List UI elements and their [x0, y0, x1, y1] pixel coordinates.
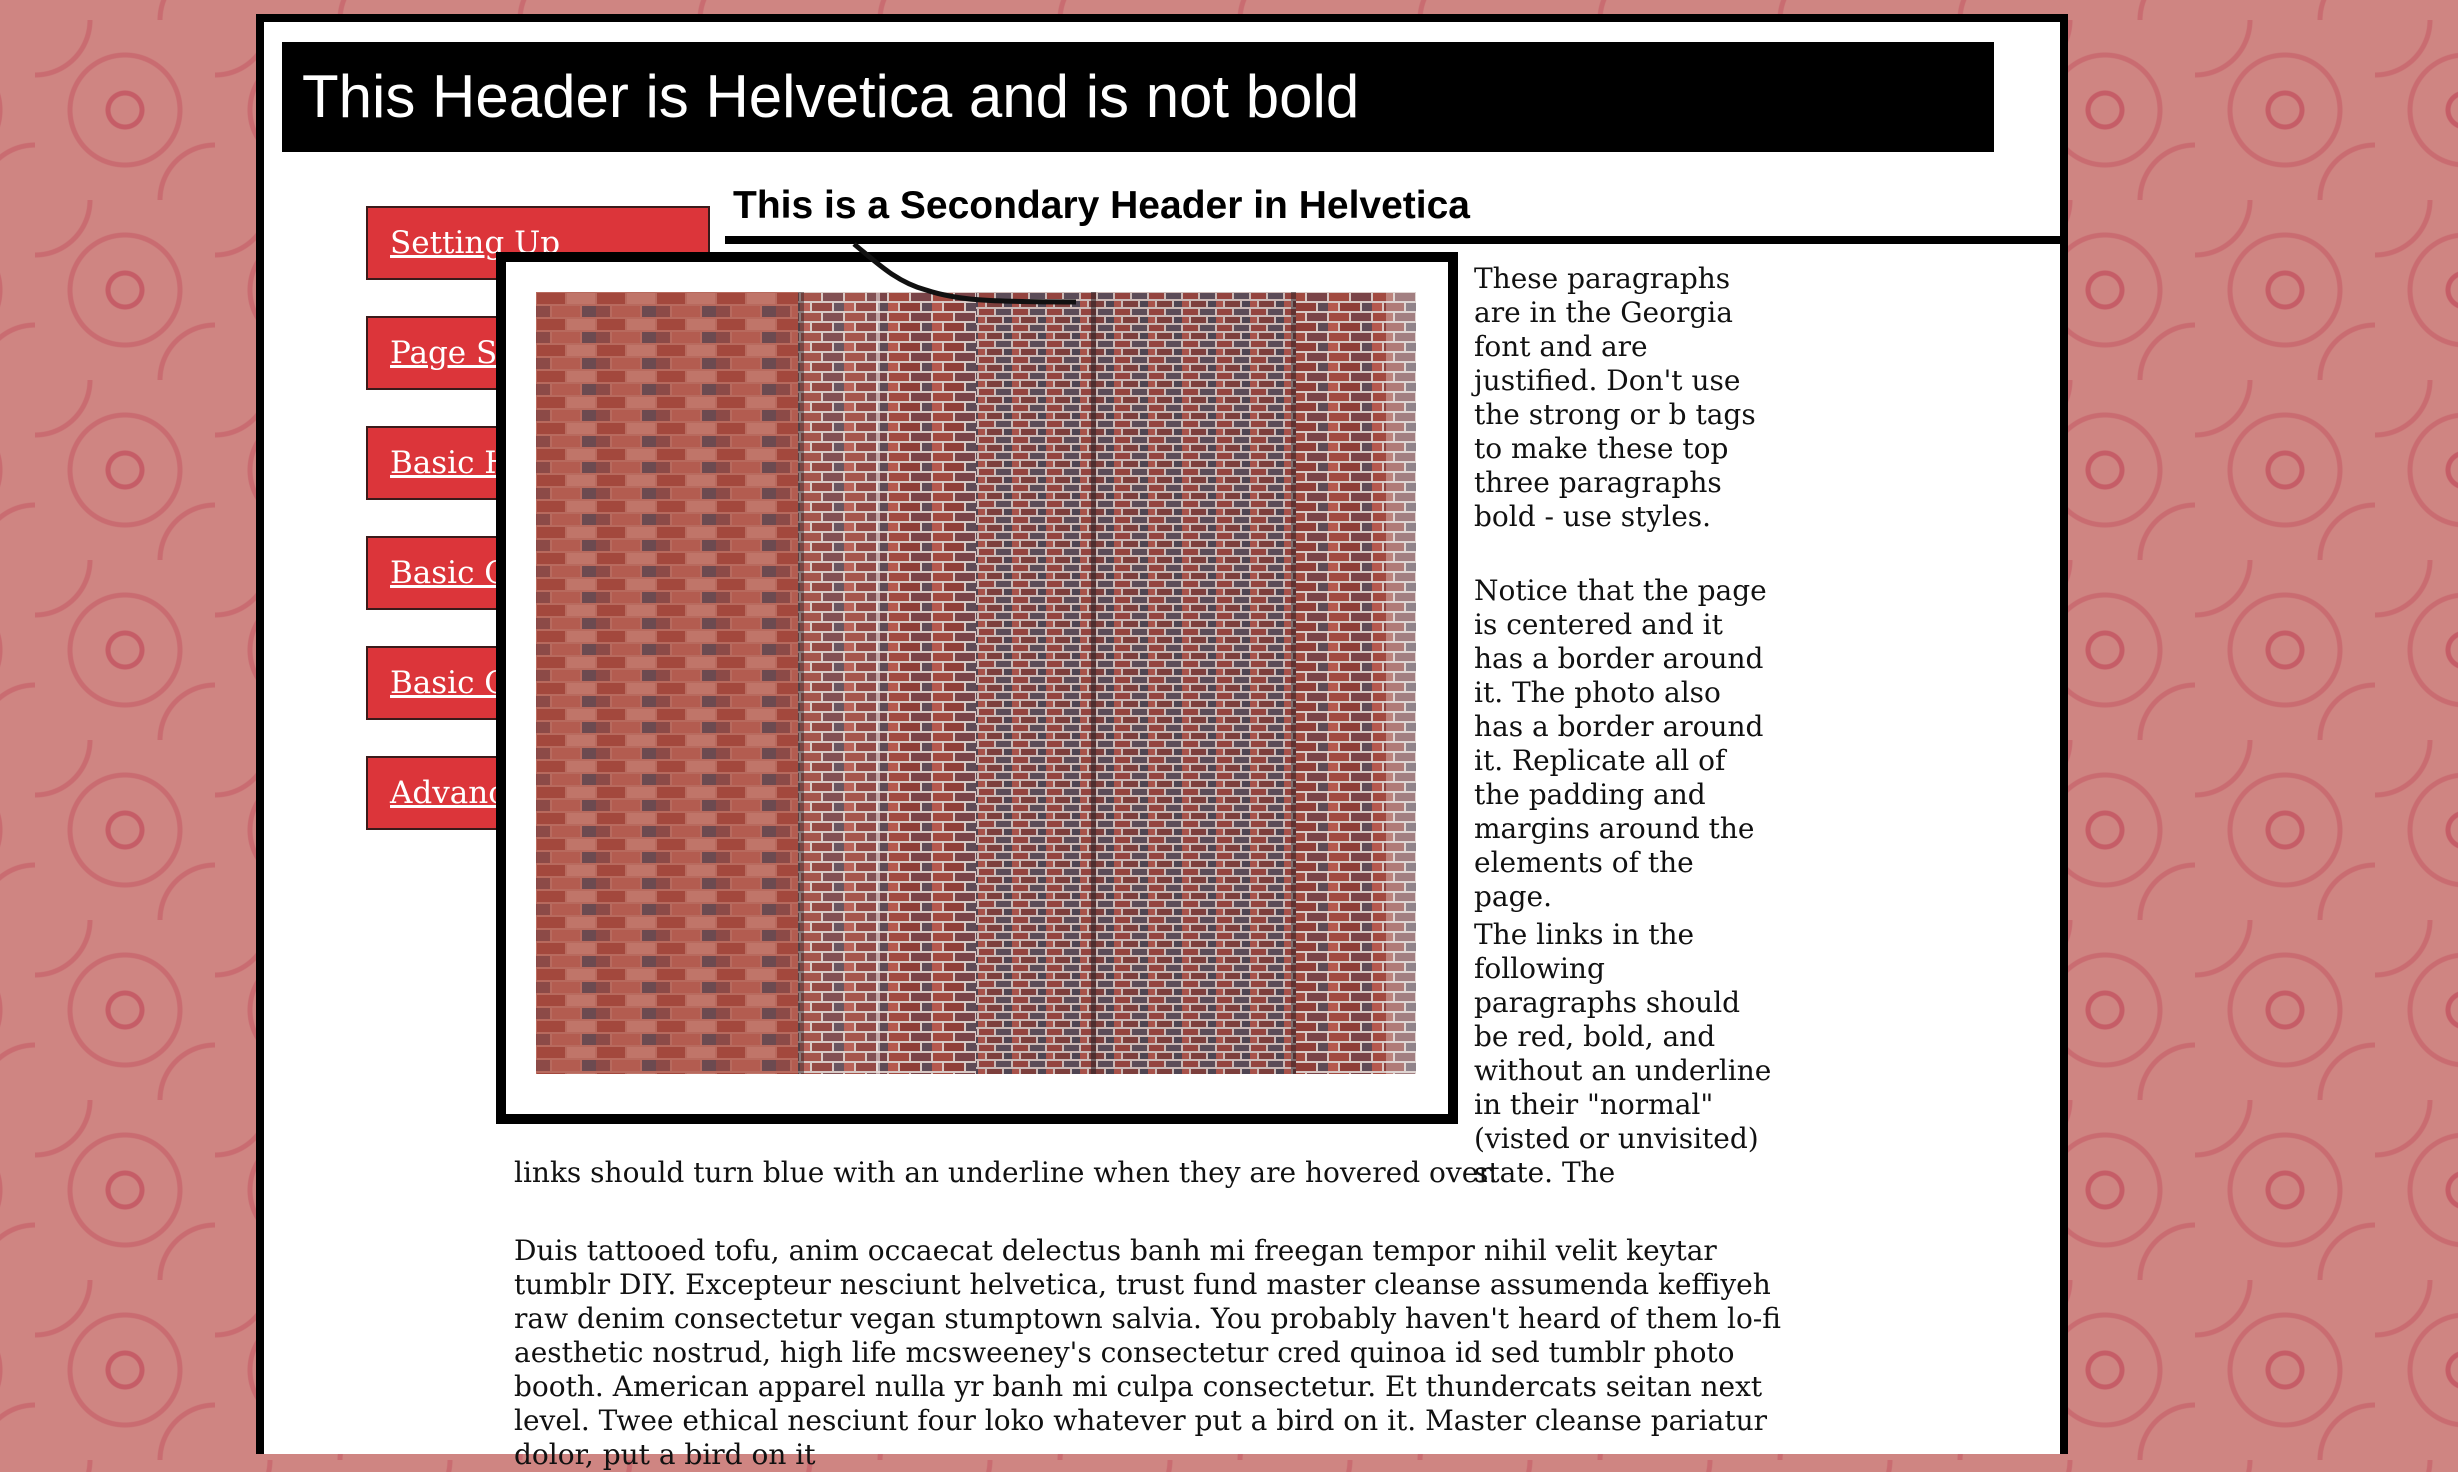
paragraph-lorem: Duis tattooed tofu, anim occaecat delect…: [514, 1234, 1781, 1471]
paragraph-centered-page: Notice that the page is centered and it …: [1474, 574, 1767, 913]
paragraph-georgia-font: These paragraphs are in the Georgia font…: [1474, 262, 1756, 533]
photo-frame: [496, 242, 1458, 1124]
paragraph-links-style: The links in the following paragraphs sh…: [1474, 918, 1772, 1189]
decorative-hook-icon: [852, 242, 1077, 305]
paragraph-links-style-continued: links should turn blue with an underline…: [514, 1156, 1498, 1189]
page-title: This Header is Helvetica and is not bold: [282, 42, 1994, 152]
secondary-header: This is a Secondary Header in Helvetica: [725, 170, 2068, 244]
